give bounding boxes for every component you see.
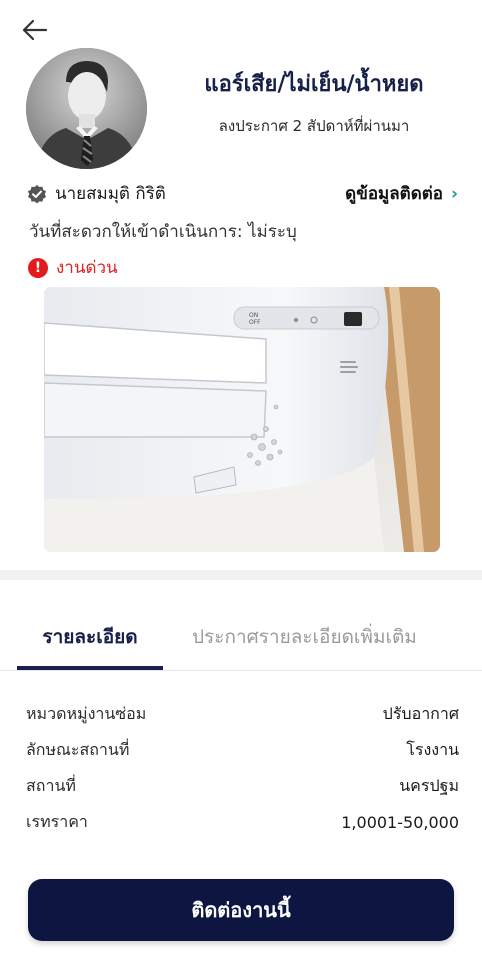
detail-row-place-type: ลักษณะสถานที่ โรงงาน xyxy=(26,732,459,768)
section-divider xyxy=(0,570,482,580)
detail-row-category: หมวดหมู่งานซ่อม ปรับอากาศ xyxy=(26,696,459,732)
tab-details[interactable]: รายละเอียด xyxy=(17,622,163,670)
view-contact-link[interactable]: ดูข้อมูลติดต่อ › xyxy=(345,180,458,207)
tab-details-label: รายละเอียด xyxy=(42,626,138,648)
chevron-right-icon: › xyxy=(450,183,458,204)
detail-key: ลักษณะสถานที่ xyxy=(26,739,130,759)
details-list: หมวดหมู่งานซ่อม ปรับอากาศ ลักษณะสถานที่ … xyxy=(26,696,459,840)
view-contact-label: ดูข้อมูลติดต่อ xyxy=(345,184,443,204)
job-photo[interactable]: ON OFF xyxy=(44,287,440,552)
tab-bar-divider xyxy=(0,670,482,671)
back-button[interactable] xyxy=(20,16,50,44)
detail-value: ปรับอากาศ xyxy=(382,703,459,723)
detail-value: โรงงาน xyxy=(406,739,459,759)
detail-key: สถานที่ xyxy=(26,775,76,795)
verified-badge-icon xyxy=(28,184,46,203)
contact-job-button[interactable]: ติดต่องานนี้ xyxy=(28,879,454,941)
urgent-label: งานด่วน xyxy=(56,258,118,278)
owner-row: นายสมมุติ กิริติ xyxy=(27,180,166,207)
tab-more-details[interactable]: ประกาศรายละเอียดเพิ่มเติม xyxy=(192,622,417,670)
svg-text:OFF: OFF xyxy=(249,319,261,326)
svg-text:ON: ON xyxy=(249,312,258,319)
detail-row-price-rate: เรทราคา 1,0001-50,000 xyxy=(26,804,459,840)
job-title: แอร์เสีย/ไม่เย็น/น้ำหยด xyxy=(204,72,424,97)
preferred-date: วันที่สะดวกให้เข้าดำเนินการ: ไม่ระบุ xyxy=(29,222,297,242)
posted-time: ลงประกาศ 2 สัปดาห์ที่ผ่านมา xyxy=(218,117,410,135)
urgent-badge: ! งานด่วน xyxy=(28,254,118,281)
detail-row-location: สถานที่ นครปฐม xyxy=(26,768,459,804)
detail-key: หมวดหมู่งานซ่อม xyxy=(26,703,147,723)
exclamation-icon: ! xyxy=(28,257,48,278)
detail-value: นครปฐม xyxy=(399,775,459,795)
tab-bar: รายละเอียด ประกาศรายละเอียดเพิ่มเติม xyxy=(0,622,482,670)
avatar xyxy=(26,48,147,169)
arrow-left-icon xyxy=(22,19,48,41)
detail-key: เรทราคา xyxy=(26,811,88,831)
tab-more-details-label: ประกาศรายละเอียดเพิ่มเติม xyxy=(192,626,417,648)
owner-name: นายสมมุติ กิริติ xyxy=(55,184,166,204)
detail-value: 1,0001-50,000 xyxy=(341,812,459,832)
